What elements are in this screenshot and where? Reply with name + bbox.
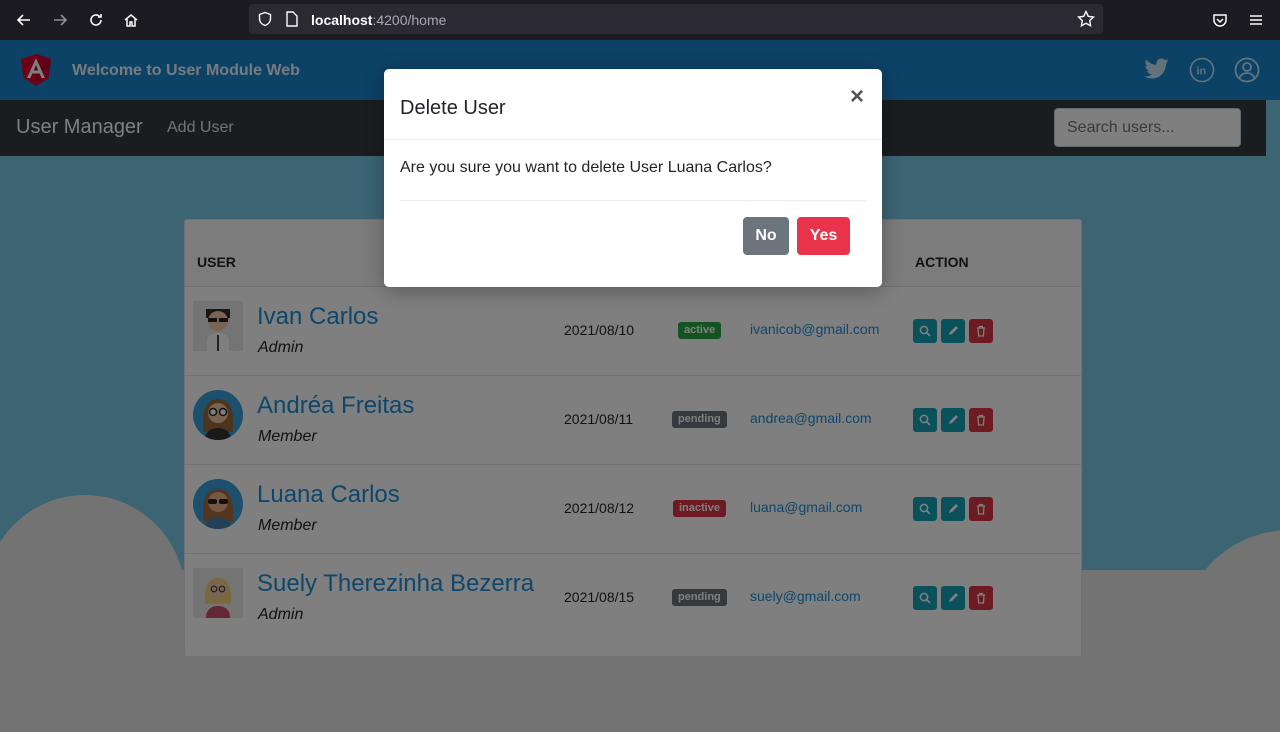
- menu-icon[interactable]: [1244, 8, 1268, 32]
- modal-message: Are you sure you want to delete User Lua…: [400, 159, 772, 176]
- close-icon[interactable]: ×: [850, 85, 864, 109]
- yes-button[interactable]: Yes: [797, 217, 850, 255]
- shield-icon[interactable]: [257, 11, 273, 32]
- modal-divider: [400, 200, 866, 201]
- forward-arrow-icon[interactable]: [48, 8, 72, 32]
- modal-divider: [384, 139, 882, 140]
- delete-user-modal: Delete User × Are you sure you want to d…: [384, 69, 882, 287]
- url-host: localhost: [311, 12, 373, 28]
- page-icon: [285, 11, 299, 32]
- reload-icon[interactable]: [84, 8, 108, 32]
- pocket-icon[interactable]: [1208, 8, 1232, 32]
- url-text[interactable]: localhost:4200/home: [311, 12, 446, 28]
- home-icon[interactable]: [119, 8, 143, 32]
- back-arrow-icon[interactable]: [12, 8, 36, 32]
- modal-title: Delete User: [400, 97, 506, 119]
- star-icon[interactable]: [1076, 9, 1096, 33]
- no-button[interactable]: No: [743, 217, 789, 255]
- url-bar[interactable]: localhost:4200/home: [249, 4, 1103, 34]
- url-path: :4200/home: [372, 12, 447, 28]
- browser-toolbar: localhost:4200/home: [0, 0, 1280, 40]
